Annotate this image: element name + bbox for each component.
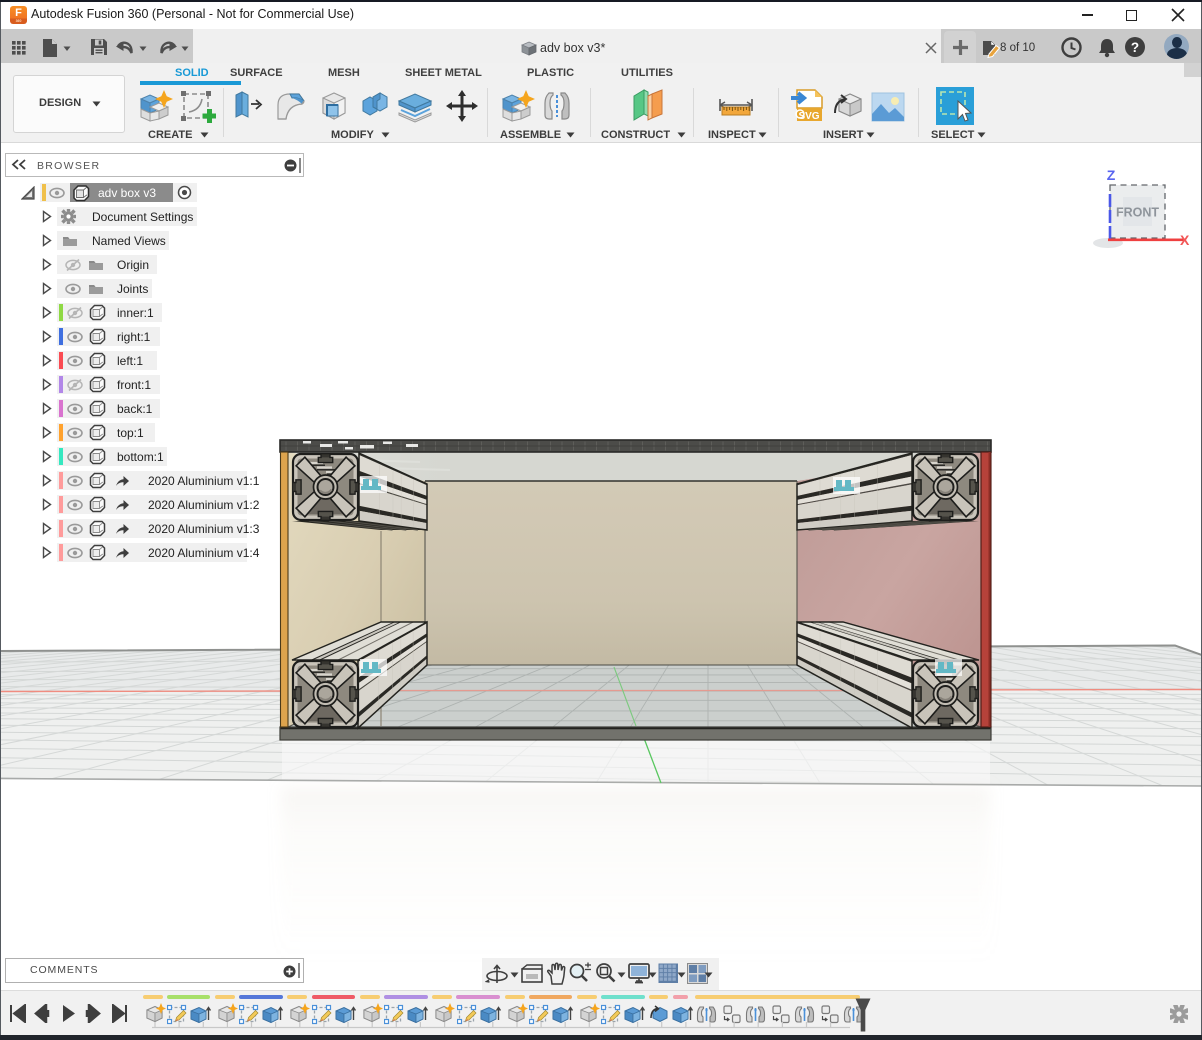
- svg-text:X: X: [1180, 232, 1190, 248]
- svg-text:?: ?: [1131, 40, 1139, 55]
- svg-text:FRONT: FRONT: [1116, 206, 1159, 220]
- svg-text:SVG: SVG: [798, 111, 819, 122]
- svg-text:Z: Z: [1107, 167, 1116, 183]
